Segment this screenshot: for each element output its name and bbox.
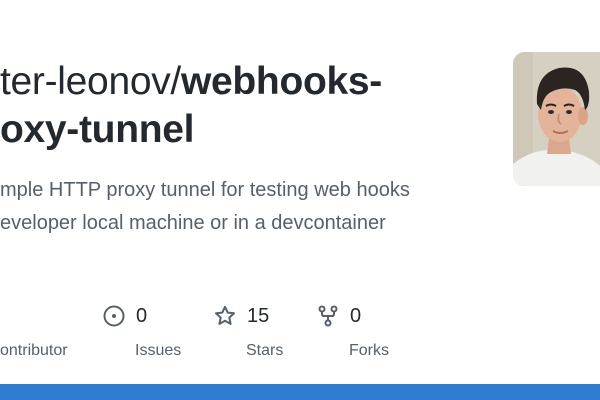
bottom-accent-bar <box>0 384 600 400</box>
owner-avatar <box>513 52 600 186</box>
star-icon <box>215 305 235 325</box>
repo-title: ter-leonov/webhooks- oxy-tunnel <box>0 58 490 154</box>
issue-icon <box>103 305 125 327</box>
repo-name-part1: webhooks- <box>180 60 382 103</box>
forks-count: 0 <box>350 304 362 327</box>
stat-issues[interactable]: 0 Issues <box>102 300 181 360</box>
repo-owner: ter-leonov/ <box>0 60 181 103</box>
description-line1: mple HTTP proxy tunnel for testing web h… <box>0 179 410 201</box>
fork-icon <box>318 305 338 327</box>
issues-label: Issues <box>135 342 182 359</box>
repo-title-line1: ter-leonov/webhooks- <box>0 58 490 106</box>
stat-forks[interactable]: 0 Forks <box>316 300 389 360</box>
repo-description: mple HTTP proxy tunnel for testing web h… <box>0 174 490 240</box>
issues-count: 0 <box>136 304 148 327</box>
avatar-portrait <box>513 52 600 186</box>
description-line2: eveloper local machine or in a devcontai… <box>0 212 386 234</box>
repo-stats: ontributor 0 Issues 15 Stars 0 Forks <box>0 300 600 370</box>
forks-label: Forks <box>349 342 389 359</box>
stars-label: Stars <box>246 342 284 359</box>
stat-contributors[interactable]: ontributor <box>0 300 68 360</box>
contributors-label: ontributor <box>0 342 68 359</box>
repo-name-part2: oxy-tunnel <box>0 108 195 151</box>
stat-stars[interactable]: 15 Stars <box>213 300 283 360</box>
stars-count: 15 <box>247 304 270 327</box>
